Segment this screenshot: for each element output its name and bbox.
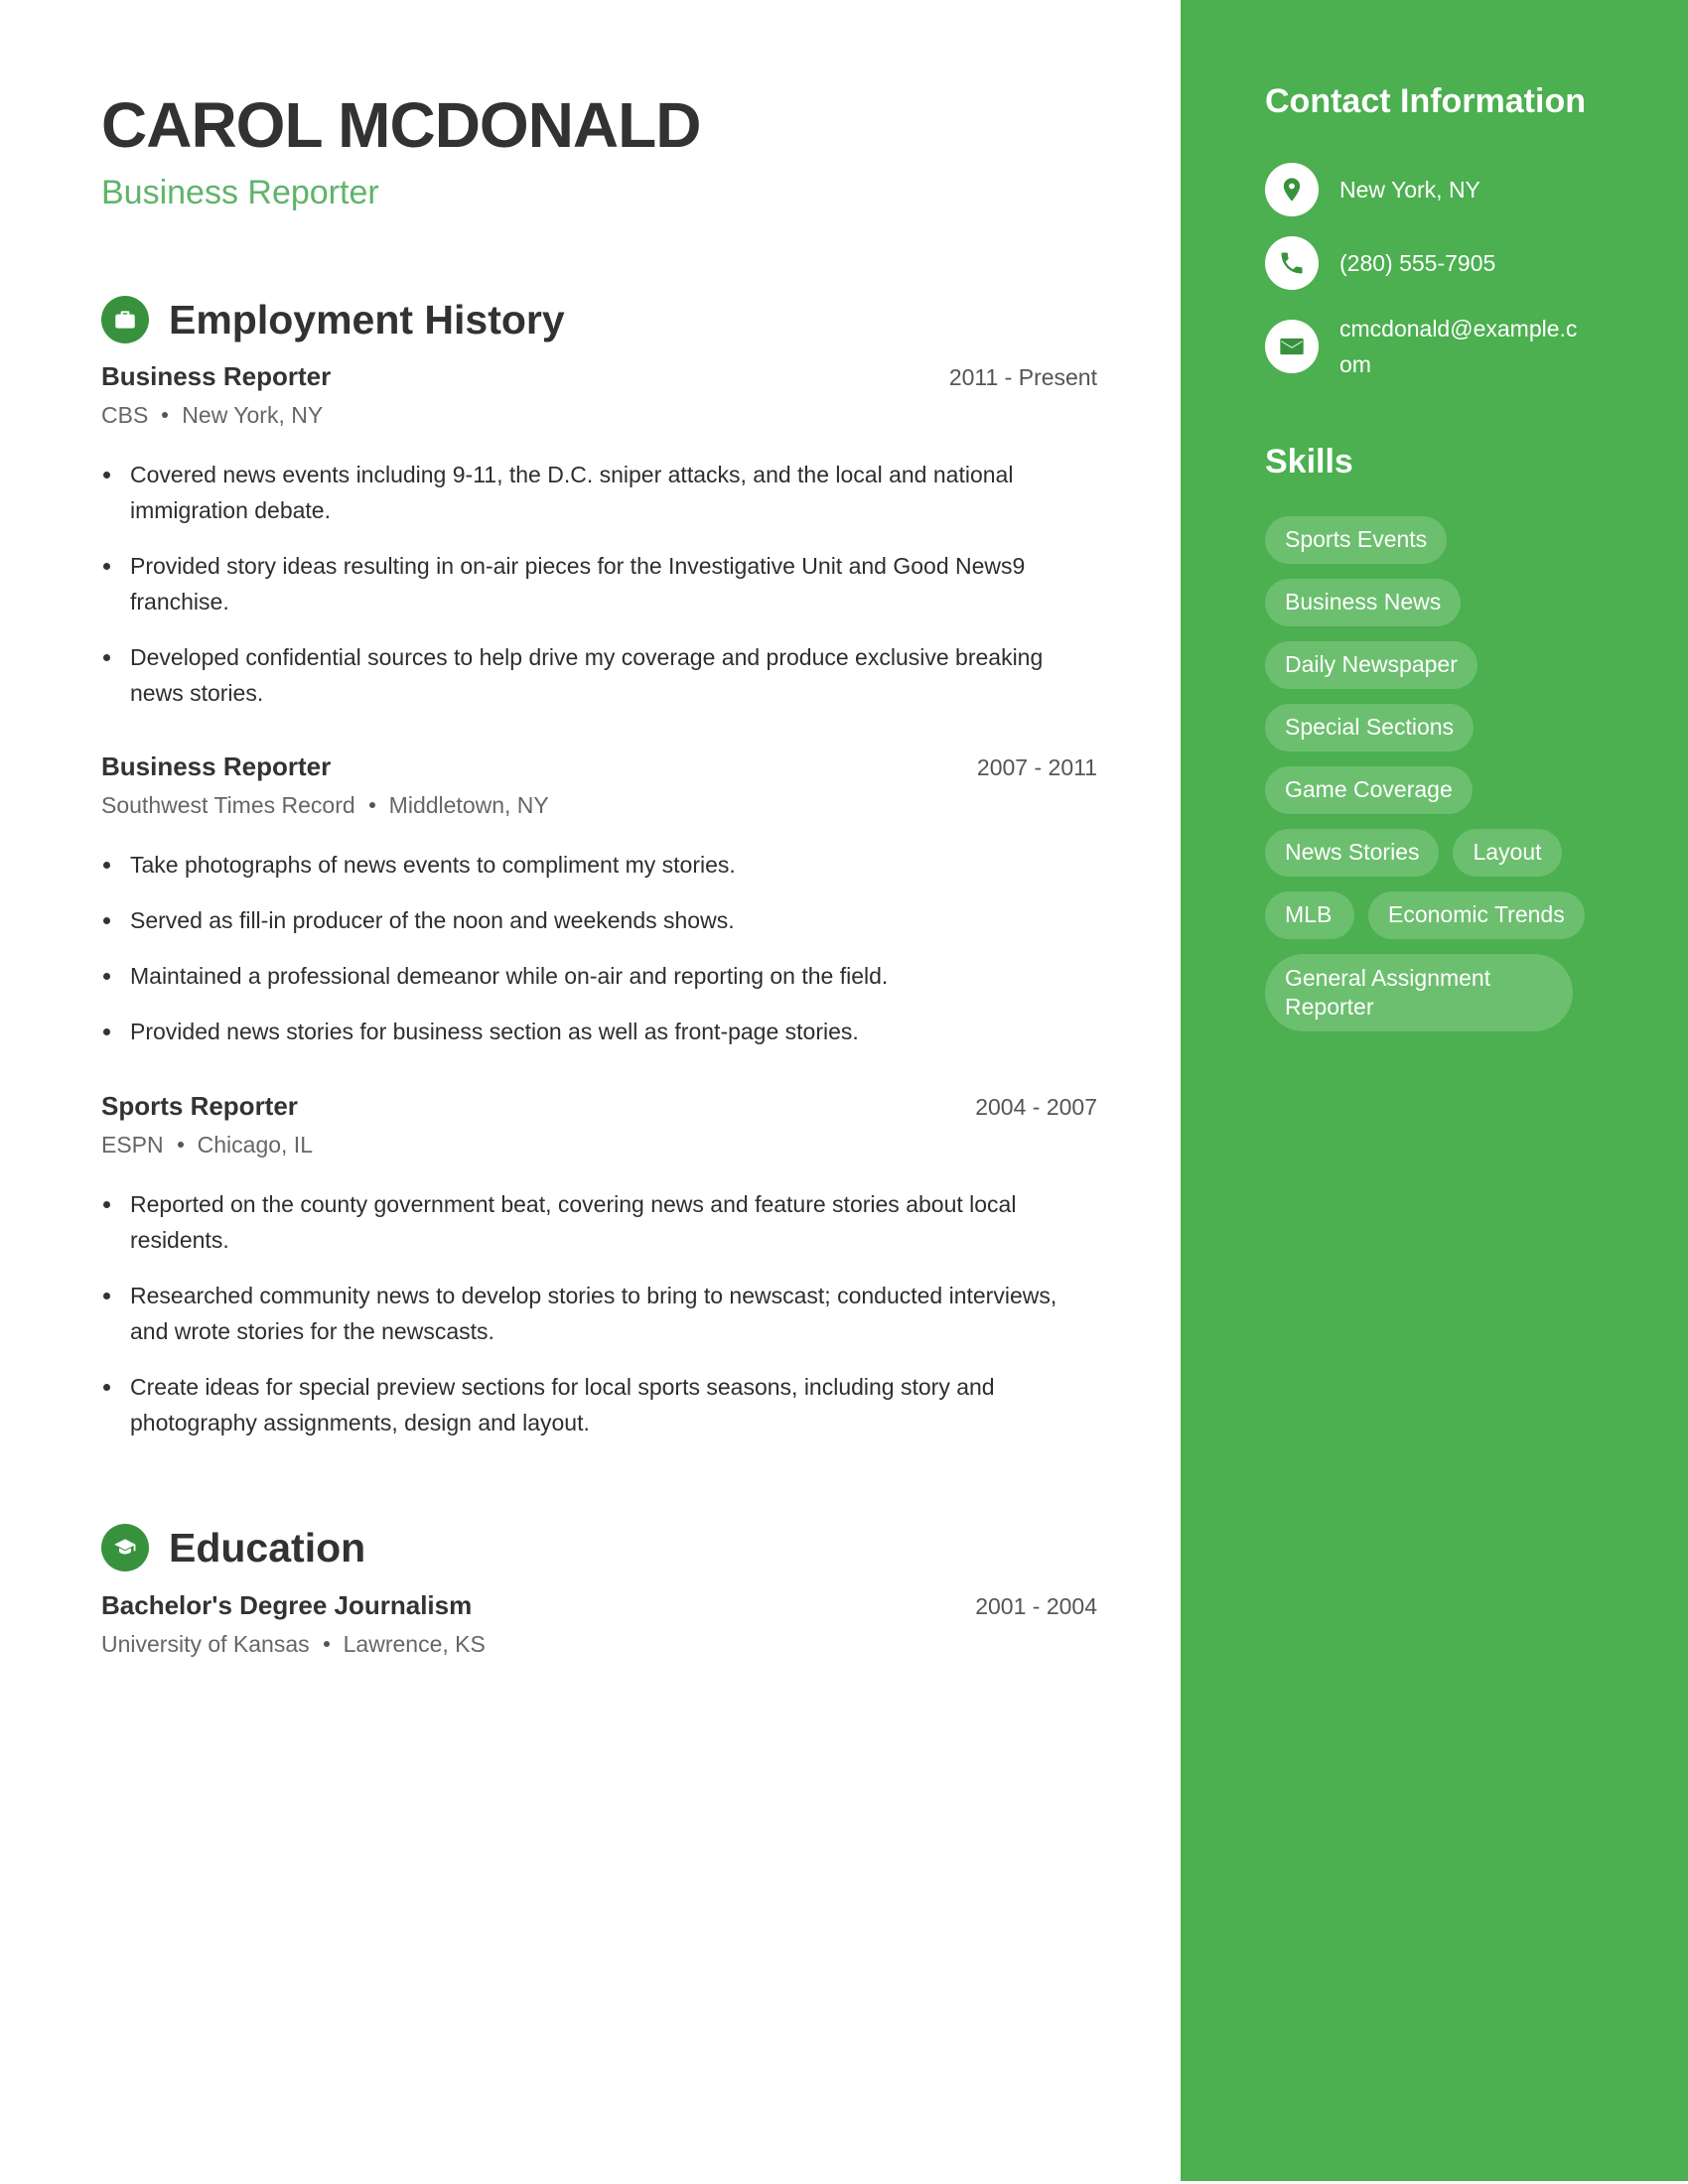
skill-pill: MLB <box>1265 891 1354 939</box>
candidate-title: Business Reporter <box>101 174 379 211</box>
candidate-name: CAROL MCDONALD <box>101 89 701 161</box>
bullet-item: Served as fill-in producer of the noon a… <box>101 902 1097 938</box>
skill-pill: Layout <box>1453 829 1562 877</box>
graduation-cap-icon <box>101 1524 149 1571</box>
bullet-item: Provided story ideas resulting in on-air… <box>101 548 1097 619</box>
skill-pill: General Assignment Reporter <box>1265 954 1573 1031</box>
job-bullets: Covered news events including 9-11, the … <box>101 457 1097 711</box>
job-dates: 2007 - 2011 <box>976 754 1097 780</box>
bullet-item: Reported on the county government beat, … <box>101 1186 1097 1258</box>
education-heading: Education <box>169 1525 366 1570</box>
skill-pill: Business News <box>1265 579 1462 626</box>
skills-list: Sports Events Business News Daily Newspa… <box>1265 516 1603 1031</box>
skill-pill: Economic Trends <box>1368 891 1585 939</box>
separator-dot <box>323 1641 330 1647</box>
skill-pill: News Stories <box>1265 829 1440 877</box>
contact-heading: Contact Information <box>1265 82 1586 120</box>
phone-icon <box>1265 236 1319 290</box>
skill-pill: Special Sections <box>1265 704 1475 751</box>
bullet-item: Researched community news to develop sto… <box>101 1278 1097 1349</box>
job-dates: 2011 - Present <box>948 364 1097 390</box>
school-name: University of Kansas <box>101 1630 310 1657</box>
bullet-item: Take photographs of news events to compl… <box>101 847 1097 883</box>
education-section-header: Education <box>101 1523 365 1572</box>
contact-email: cmcdonald@example.com <box>1265 311 1588 382</box>
degree: Bachelor's Degree Journalism <box>101 1590 473 1620</box>
job-employer: CBS <box>101 401 149 428</box>
separator-dot <box>368 802 375 808</box>
job-location: Middletown, NY <box>388 791 549 818</box>
skill-pill: Game Coverage <box>1265 766 1473 814</box>
contact-location-text: New York, NY <box>1339 177 1480 203</box>
job-location: Chicago, IL <box>197 1131 313 1158</box>
job-entry: Business Reporter 2007 - 2011 Southwest … <box>101 751 1097 1069</box>
job-location: New York, NY <box>182 401 324 428</box>
job-bullets: Reported on the county government beat, … <box>101 1186 1097 1440</box>
employment-section-header: Employment History <box>101 295 565 344</box>
job-bullets: Take photographs of news events to compl… <box>101 847 1097 1049</box>
job-employer: ESPN <box>101 1131 164 1158</box>
map-pin-icon <box>1265 163 1319 216</box>
contact-location: New York, NY <box>1265 163 1588 216</box>
contact-phone-text: (280) 555-7905 <box>1339 250 1496 276</box>
separator-dot <box>177 1142 184 1148</box>
job-role: Business Reporter <box>101 361 332 391</box>
contact-phone: (280) 555-7905 <box>1265 236 1588 290</box>
briefcase-icon <box>101 296 149 343</box>
employment-heading: Employment History <box>169 297 565 342</box>
job-role: Business Reporter <box>101 751 332 781</box>
bullet-item: Maintained a professional demeanor while… <box>101 958 1097 994</box>
job-employer: Southwest Times Record <box>101 791 355 818</box>
bullet-item: Provided news stories for business secti… <box>101 1014 1097 1049</box>
job-role: Sports Reporter <box>101 1091 298 1121</box>
skill-pill: Daily Newspaper <box>1265 641 1477 689</box>
bullet-item: Create ideas for special preview section… <box>101 1369 1097 1440</box>
separator-dot <box>162 412 169 418</box>
school-location: Lawrence, KS <box>343 1630 486 1657</box>
skills-heading: Skills <box>1265 443 1353 480</box>
education-entry: Bachelor's Degree Journalism 2001 - 2004… <box>101 1590 1097 1660</box>
bullet-item: Developed confidential sources to help d… <box>101 639 1097 711</box>
education-dates: 2001 - 2004 <box>975 1593 1097 1619</box>
skill-pill: Sports Events <box>1265 516 1448 564</box>
envelope-icon <box>1265 320 1319 373</box>
contact-email-text[interactable]: cmcdonald@example.com <box>1339 311 1588 382</box>
bullet-item: Covered news events including 9-11, the … <box>101 457 1097 528</box>
job-entry: Sports Reporter 2004 - 2007 ESPN Chicago… <box>101 1091 1097 1460</box>
job-entry: Business Reporter 2011 - Present CBS New… <box>101 361 1097 731</box>
job-dates: 2004 - 2007 <box>975 1094 1097 1120</box>
sidebar: Contact Information New York, NY (280) 5… <box>1181 0 1688 2181</box>
